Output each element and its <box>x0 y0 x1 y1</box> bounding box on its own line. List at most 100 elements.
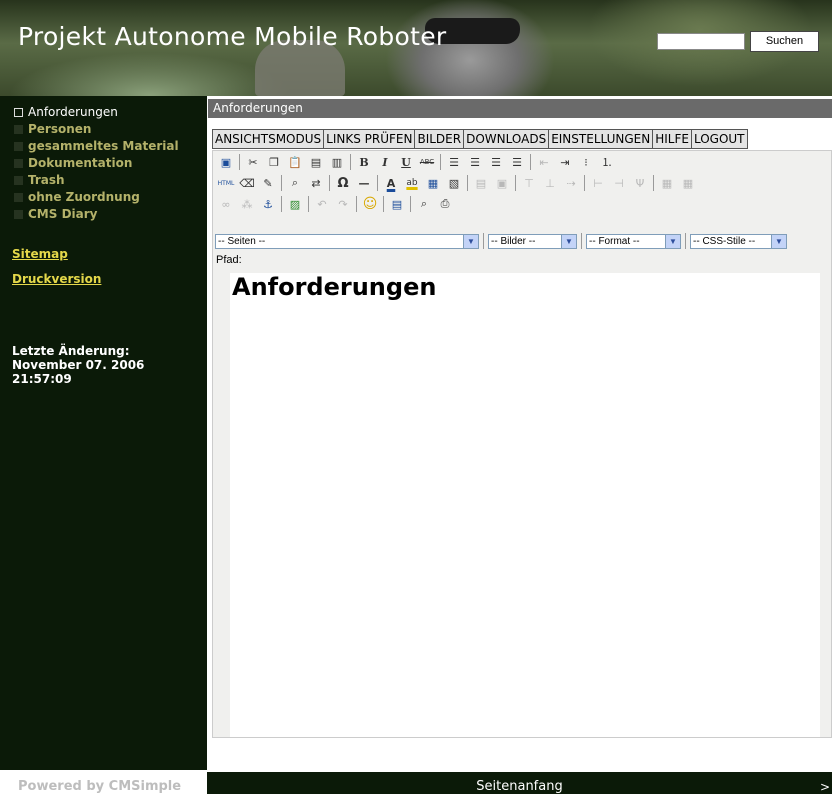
anchor-icon[interactable]: ⚓ <box>259 195 277 213</box>
page-top-link[interactable]: Seitenanfang <box>476 779 562 794</box>
sidebar-item-label: Dokumentation <box>28 156 133 170</box>
css-style-select-value: -- CSS-Stile -- <box>693 235 756 247</box>
insert-row-after-icon[interactable]: ⊥ <box>541 174 559 192</box>
toolbar-separator <box>329 175 330 191</box>
paste-text-icon[interactable]: ▤ <box>307 153 325 171</box>
search-input[interactable] <box>657 33 745 50</box>
page-title-bar: Anforderungen <box>208 99 832 118</box>
find-icon[interactable]: ⌕ <box>286 174 304 192</box>
sidebar-item-trash[interactable]: Trash <box>14 172 65 189</box>
outdent-icon[interactable]: ⇤ <box>535 153 553 171</box>
css-style-select[interactable]: -- CSS-Stile -- ▼ <box>690 233 787 249</box>
smiley-icon[interactable]: ☺ <box>361 195 379 213</box>
format-select[interactable]: -- Format -- ▼ <box>586 233 681 249</box>
pages-select[interactable]: -- Seiten -- ▼ <box>215 233 479 249</box>
unlink-icon[interactable]: ⁂ <box>238 195 256 213</box>
insert-row-before-icon[interactable]: ⊤ <box>520 174 538 192</box>
paste-icon[interactable]: 📋 <box>286 153 304 171</box>
help-button[interactable]: HILFE <box>652 129 692 149</box>
replace-icon[interactable]: ⇄ <box>307 174 325 192</box>
sidebar-item-label: Personen <box>28 122 92 136</box>
sidebar: Anforderungen Personen gesammeltes Mater… <box>0 96 207 770</box>
bold-icon[interactable]: B <box>355 153 373 171</box>
chevron-down-icon: ▼ <box>463 234 478 248</box>
align-center-icon[interactable]: ☰ <box>466 153 484 171</box>
copy-icon[interactable]: ❐ <box>265 153 283 171</box>
cell-props-icon[interactable]: ▣ <box>493 174 511 192</box>
strikethrough-icon[interactable]: ABC <box>418 153 436 171</box>
downloads-button[interactable]: DOWNLOADS <box>463 129 550 149</box>
footer-bar: Seitenanfang > <box>207 772 832 794</box>
toolbar-row-2: HTML ⌫ ✎ ⌕ ⇄ Ω — A ab ▦ ▧ ▤ ▣ ⊤ ⊥ ⇢ ⊢ ⊣ … <box>217 173 700 193</box>
image-icon[interactable]: ▨ <box>286 195 304 213</box>
sidebar-item-dokumentation[interactable]: Dokumentation <box>14 155 132 172</box>
header-banner: Projekt Autonome Mobile Roboter Suchen <box>0 0 832 96</box>
redo-icon[interactable]: ↷ <box>334 195 352 213</box>
editor-content-area[interactable]: Anforderungen <box>230 273 820 737</box>
justify-icon[interactable]: ☰ <box>508 153 526 171</box>
content-heading[interactable]: Anforderungen <box>232 273 436 301</box>
images-select[interactable]: -- Bilder -- ▼ <box>488 233 577 249</box>
date-icon[interactable]: ▤ <box>388 195 406 213</box>
font-color-icon[interactable]: A <box>382 174 400 192</box>
toolbar-separator <box>530 154 531 170</box>
toolbar-separator <box>467 175 468 191</box>
cleanup-icon[interactable]: ✎ <box>259 174 277 192</box>
sitemap-link[interactable]: Sitemap <box>12 247 68 261</box>
insert-col-after-icon[interactable]: ⊣ <box>610 174 628 192</box>
last-change-label: Letzte Änderung: <box>12 344 130 358</box>
undo-icon[interactable]: ↶ <box>313 195 331 213</box>
table-icon[interactable]: ▦ <box>424 174 442 192</box>
table-props-icon[interactable]: ▧ <box>445 174 463 192</box>
toolbar-row-3: ∞ ⁂ ⚓ ▨ ↶ ↷ ☺ ▤ ⌕ ⎙ <box>217 194 457 214</box>
insert-col-icon[interactable]: ⊢ <box>589 174 607 192</box>
horizontal-rule-icon[interactable]: — <box>355 174 373 192</box>
special-char-icon[interactable]: Ω <box>334 174 352 192</box>
row-props-icon[interactable]: ▤ <box>472 174 490 192</box>
toolbar-separator <box>515 175 516 191</box>
print-version-link[interactable]: Druckversion <box>12 272 101 286</box>
search-button[interactable]: Suchen <box>750 31 819 52</box>
indent-icon[interactable]: ⇥ <box>556 153 574 171</box>
print-icon[interactable]: ⎙ <box>436 195 454 213</box>
toolbar-separator <box>239 154 240 170</box>
toolbar-separator <box>281 196 282 212</box>
sidebar-item-personen[interactable]: Personen <box>14 121 91 138</box>
eraser-icon[interactable]: ⌫ <box>238 174 256 192</box>
chevron-down-icon: ▼ <box>771 234 786 248</box>
delete-col-icon[interactable]: Ψ <box>631 174 649 192</box>
sidebar-item-cms-diary[interactable]: CMS Diary <box>14 206 97 223</box>
last-change-date: November 07. 2006 <box>12 358 145 372</box>
html-source-icon[interactable]: HTML <box>217 174 235 192</box>
logout-button[interactable]: LOGOUT <box>690 129 748 149</box>
highlight-icon[interactable]: ab <box>403 174 421 192</box>
settings-button[interactable]: EINSTELLUNGEN <box>548 129 654 149</box>
toolbar-row-4: -- Seiten -- ▼ -- Bilder -- ▼ -- Format --… <box>215 231 787 251</box>
check-links-button[interactable]: LINKS PRÜFEN <box>323 129 416 149</box>
merge-cells-icon[interactable]: ▦ <box>679 174 697 192</box>
link-icon[interactable]: ∞ <box>217 195 235 213</box>
images-button[interactable]: BILDER <box>414 129 465 149</box>
format-select-value: -- Format -- <box>589 235 640 247</box>
italic-icon[interactable]: I <box>376 153 394 171</box>
cut-icon[interactable]: ✂ <box>244 153 262 171</box>
page-icon <box>14 193 23 202</box>
underline-icon[interactable]: U <box>397 153 415 171</box>
sidebar-item-label: Trash <box>28 173 65 187</box>
view-mode-button[interactable]: ANSICHTSMODUS <box>212 129 325 149</box>
split-cells-icon[interactable]: ▦ <box>658 174 676 192</box>
paste-word-icon[interactable]: ▥ <box>328 153 346 171</box>
align-left-icon[interactable]: ☰ <box>445 153 463 171</box>
save-icon[interactable]: ▣ <box>217 153 235 171</box>
sidebar-item-ohne-zuordnung[interactable]: ohne Zuordnung <box>14 189 140 206</box>
sidebar-item-anforderungen[interactable]: Anforderungen <box>14 104 118 121</box>
sidebar-item-gesammeltes-material[interactable]: gesammeltes Material <box>14 138 179 155</box>
site-title: Projekt Autonome Mobile Roboter <box>18 22 447 51</box>
preview-icon[interactable]: ⌕ <box>415 195 433 213</box>
numbered-list-icon[interactable]: ⒈ <box>598 153 616 171</box>
next-arrow-link[interactable]: > <box>820 772 830 802</box>
toolbar-separator <box>685 233 686 249</box>
align-right-icon[interactable]: ☰ <box>487 153 505 171</box>
bullet-list-icon[interactable]: ⁝ <box>577 153 595 171</box>
delete-row-icon[interactable]: ⇢ <box>562 174 580 192</box>
